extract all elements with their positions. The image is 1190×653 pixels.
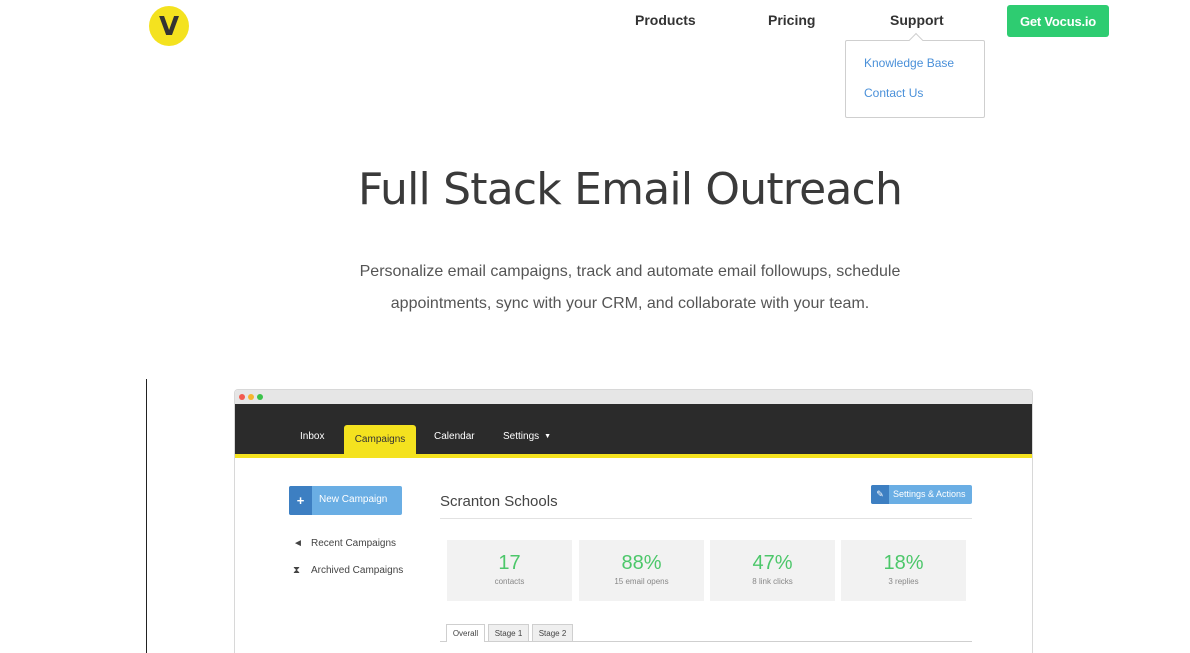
stat-label: 15 email opens (614, 577, 669, 586)
app-tab-settings[interactable]: Settings ▼ (503, 431, 551, 442)
plus-icon: + (289, 486, 312, 515)
window-chrome-bar (235, 390, 1032, 404)
window-maximize-dot (257, 394, 263, 400)
hero-subtitle: Personalize email campaigns, track and a… (300, 256, 960, 320)
sidebar-item-archived-campaigns[interactable]: ⧗ Archived Campaigns (293, 565, 403, 576)
dropdown-item-contact-us[interactable]: Contact Us (864, 86, 923, 100)
settings-actions-label: Settings & Actions (893, 489, 966, 499)
stat-card-contacts: 17 contacts (447, 540, 572, 601)
hero-subtitle-line-1: Personalize email campaigns, track and a… (359, 263, 901, 280)
sidebar-item-label: Recent Campaigns (311, 538, 397, 549)
get-vocus-button[interactable]: Get Vocus.io (1007, 5, 1109, 37)
stat-value: 47% (752, 552, 793, 574)
dropdown-item-knowledge-base[interactable]: Knowledge Base (864, 56, 954, 70)
window-minimize-dot (248, 394, 254, 400)
support-dropdown: Knowledge Base Contact Us (845, 40, 985, 118)
stat-card-link-clicks: 47% 8 link clicks (710, 540, 835, 601)
sub-tab-stage-2[interactable]: Stage 2 (532, 624, 573, 641)
stat-value: 17 (498, 552, 521, 574)
sub-tab-stage-1[interactable]: Stage 1 (488, 624, 529, 641)
page: V Products Pricing Support Get Vocus.io … (0, 0, 1190, 653)
megaphone-icon: ◄ (293, 538, 303, 549)
stat-card-email-opens: 88% 15 email opens (579, 540, 704, 601)
settings-actions-button[interactable]: ✎ Settings & Actions (871, 485, 972, 504)
hero-title: Full Stack Email Outreach (357, 164, 903, 215)
new-campaign-button[interactable]: + New Campaign (289, 486, 402, 515)
sidebar-item-recent-campaigns[interactable]: ◄ Recent Campaigns (293, 538, 396, 549)
stat-value: 18% (883, 552, 924, 574)
stat-value: 88% (621, 552, 662, 574)
stat-card-replies: 18% 3 replies (841, 540, 966, 601)
app-tab-calendar[interactable]: Calendar (434, 431, 475, 442)
new-campaign-label: New Campaign (319, 494, 388, 505)
stat-label: 3 replies (888, 577, 919, 586)
nav-products[interactable]: Products (635, 12, 696, 28)
nav-support[interactable]: Support (890, 12, 944, 28)
app-navbar: Inbox Campaigns Calendar Settings ▼ (235, 404, 1032, 458)
logo-letter: V (158, 11, 180, 42)
hero-subtitle-line-2: appointments, sync with your CRM, and co… (390, 295, 870, 312)
app-screenshot-mockup: Inbox Campaigns Calendar Settings ▼ + New… (234, 389, 1033, 653)
pencil-icon: ✎ (871, 485, 889, 504)
stat-label: contacts (494, 577, 525, 586)
title-divider (440, 518, 972, 519)
caret-down-icon: ▼ (544, 433, 552, 440)
nav-pricing[interactable]: Pricing (768, 12, 815, 28)
app-tab-campaigns[interactable]: Campaigns (344, 425, 416, 454)
campaign-title: Scranton Schools (440, 493, 558, 510)
window-close-dot (239, 394, 245, 400)
vocus-logo[interactable]: V (149, 6, 189, 46)
app-tab-settings-label: Settings (503, 431, 540, 442)
sub-tab-overall[interactable]: Overall (446, 624, 485, 642)
left-divider (146, 379, 147, 653)
app-tab-inbox[interactable]: Inbox (300, 431, 324, 442)
sidebar-item-label: Archived Campaigns (311, 565, 404, 576)
hourglass-icon: ⧗ (293, 565, 301, 576)
stat-label: 8 link clicks (752, 577, 793, 586)
